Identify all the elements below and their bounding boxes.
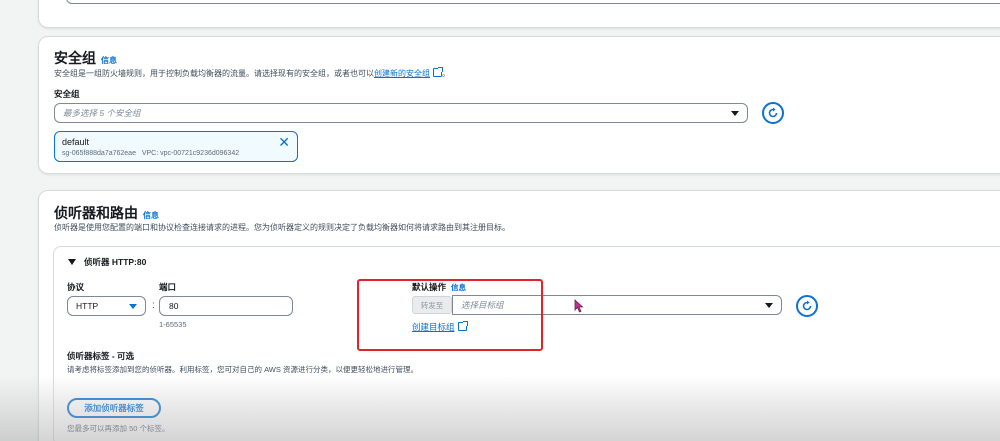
listener-header-title: 侦听器 HTTP:80 (84, 257, 147, 267)
token-id: sg-065f888da7a762eae VPC: vpc-00721c9236… (62, 150, 240, 157)
port-input[interactable]: 80 (159, 296, 293, 316)
previous-section-input (66, 0, 1000, 4)
forward-to-label: 转发至 (412, 296, 452, 314)
listener-tags-description: 请考虑将标签添加到您的侦听器。利用标签，您可对自己的 AWS 资源进行分类，以便… (67, 365, 418, 374)
security-group-select[interactable]: 最多选择 5 个安全组 (54, 103, 748, 123)
security-group-description: 安全组是一组防火墙规则，用于控制负载均衡器的流量。请选择现有的安全组，或者也可以… (54, 67, 450, 78)
create-target-group-link[interactable]: 创建目标组 (412, 322, 455, 332)
create-security-group-link[interactable]: 创建新的安全组 (374, 69, 430, 78)
token-name: default (62, 137, 90, 147)
protocol-port-separator: : (152, 300, 155, 311)
remove-token-close-icon[interactable]: ✕ (278, 135, 290, 149)
selected-security-group-token: default sg-065f888da7a762eae VPC: vpc-00… (54, 131, 298, 162)
refresh-icon (768, 107, 778, 118)
listeners-heading: 侦听器和路由 信息 (54, 203, 159, 223)
listener-panel (53, 246, 1000, 441)
target-group-select[interactable]: 选择目标组 (452, 295, 782, 315)
listeners-info-link[interactable]: 信息 (143, 211, 159, 220)
security-group-info-link[interactable]: 信息 (101, 56, 117, 65)
protocol-label: 协议 (67, 282, 85, 292)
port-label: 端口 (159, 282, 177, 292)
refresh-icon (802, 300, 812, 311)
external-link-icon (457, 321, 468, 331)
security-group-heading: 安全组 信息 (54, 48, 117, 68)
chevron-down-icon (765, 303, 773, 308)
port-hint: 1-65535 (159, 320, 187, 329)
listener-tags-label: 侦听器标签 - 可选 (67, 351, 135, 361)
listeners-description: 侦听器是使用您配置的端口和协议检查连接请求的进程。您为侦听器定义的规则决定了负载… (54, 223, 510, 232)
security-group-refresh-button[interactable] (762, 102, 784, 124)
chevron-down-icon (731, 111, 739, 116)
default-action-heading: 默认操作 信息 (412, 281, 466, 293)
listener-header-toggle[interactable]: 侦听器 HTTP:80 (68, 256, 146, 268)
listener-tags-hint: 您最多可以再添加 50 个标签。 (67, 424, 170, 433)
chevron-down-icon (129, 304, 137, 309)
add-listener-tag-button[interactable]: 添加侦听器标签 (67, 398, 161, 418)
security-group-title: 安全组 (54, 50, 96, 66)
caret-down-icon (68, 259, 76, 265)
default-action-info-link[interactable]: 信息 (451, 283, 466, 292)
target-group-refresh-button[interactable] (796, 295, 818, 317)
create-target-group-link-wrap: 创建目标组 (412, 321, 468, 333)
protocol-select[interactable]: HTTP (67, 296, 146, 316)
mouse-cursor-icon (574, 299, 584, 313)
external-link-icon (433, 67, 443, 77)
default-action-label: 默认操作 (412, 282, 447, 292)
previous-section-card (38, 0, 1000, 28)
listeners-title: 侦听器和路由 (54, 205, 138, 221)
security-group-field-label: 安全组 (54, 89, 80, 99)
